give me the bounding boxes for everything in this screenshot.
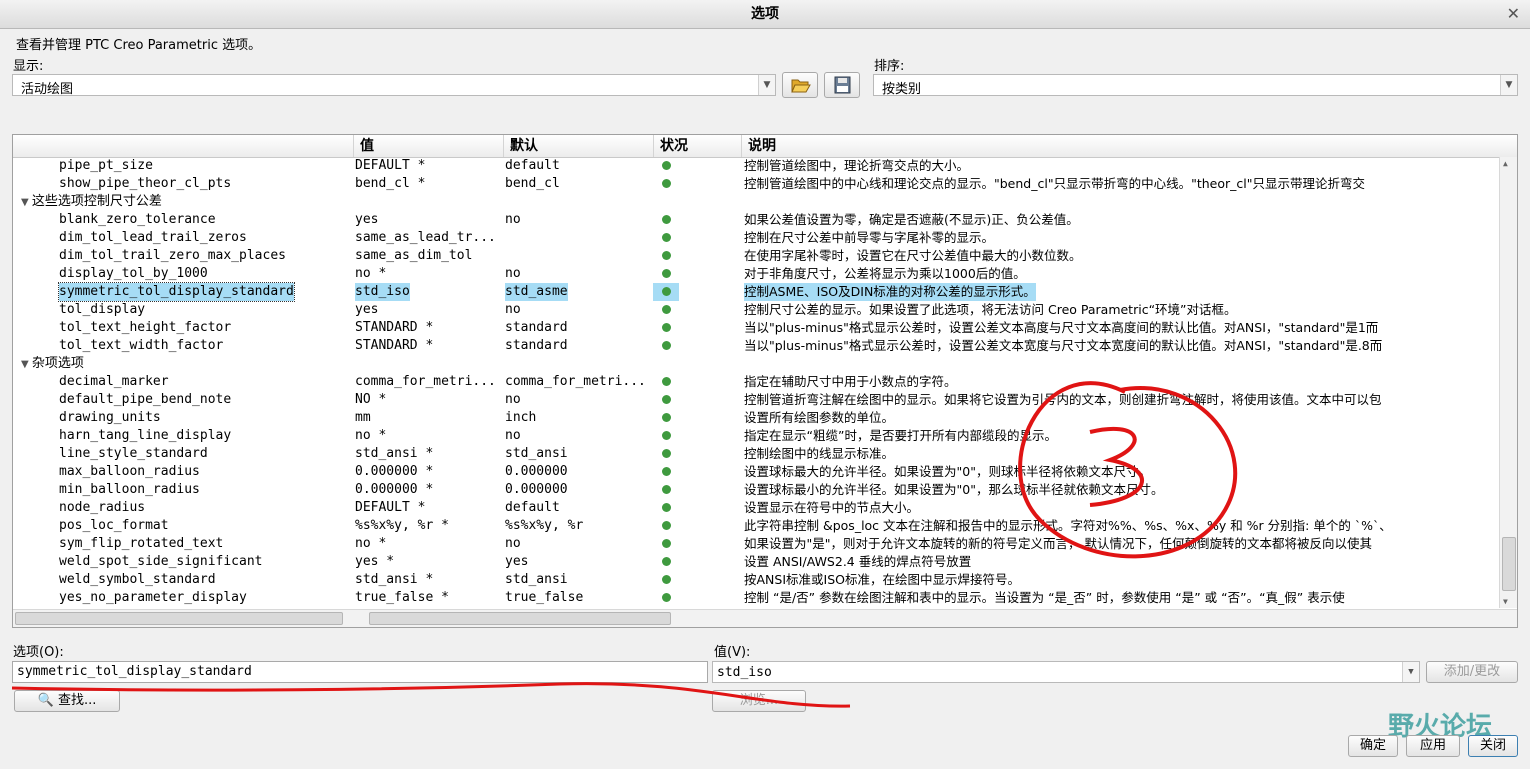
close-button[interactable]: 关闭	[1468, 735, 1518, 757]
annotation-overlay	[11, 381, 1238, 708]
ok-button[interactable]: 确定	[1348, 735, 1398, 757]
apply-button[interactable]: 应用	[1406, 735, 1460, 757]
